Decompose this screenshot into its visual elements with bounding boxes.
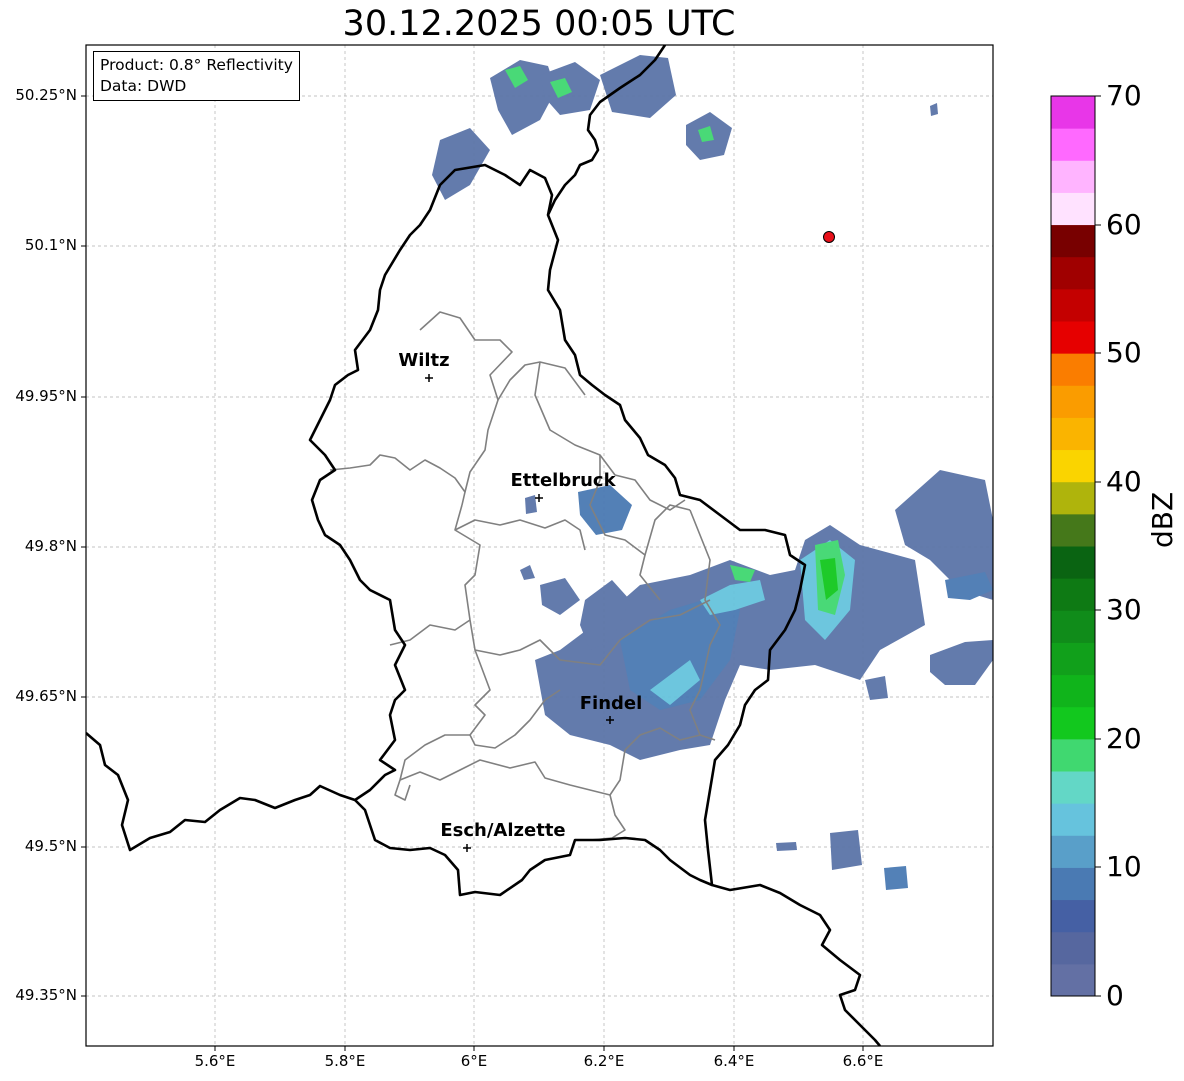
colorbar-segment xyxy=(1051,385,1095,418)
colorbar-segment xyxy=(1051,288,1095,322)
colorbar-tick-label: 70 xyxy=(1106,79,1142,112)
colorbar-segment xyxy=(1051,321,1095,354)
colorbar-segment xyxy=(1051,546,1095,579)
lat-label: 49.95°N xyxy=(15,387,77,405)
colorbar-tick-label: 30 xyxy=(1106,593,1142,626)
lat-label: 50.1°N xyxy=(24,236,77,254)
colorbar-segment xyxy=(1051,578,1095,611)
colorbar-tick-label: 50 xyxy=(1106,336,1142,369)
colorbar-tick-label: 40 xyxy=(1106,465,1142,498)
product-info-box: Product: 0.8° Reflectivity Data: DWD xyxy=(93,51,300,101)
lon-label: 6.4°E xyxy=(713,1052,755,1070)
lat-label: 49.5°N xyxy=(24,837,77,855)
colorbar-segment xyxy=(1051,417,1095,451)
colorbar-tick-label: 60 xyxy=(1106,208,1142,241)
lat-label: 50.25°N xyxy=(15,86,77,104)
product-text: Product: 0.8° Reflectivity xyxy=(100,56,293,74)
colorbar-segment xyxy=(1051,771,1095,804)
colorbar-tick-label: 10 xyxy=(1106,850,1142,883)
lon-label: 6°E xyxy=(460,1052,488,1070)
colorbar-tick-label: 20 xyxy=(1106,722,1142,755)
colorbar-segment xyxy=(1051,899,1095,933)
echo-se-1 xyxy=(830,830,862,870)
colorbar-segment xyxy=(1051,835,1095,868)
colorbar-segment xyxy=(1051,449,1095,483)
colorbar-segment xyxy=(1051,353,1095,386)
city-label-esch-alzette: Esch/Alzette xyxy=(440,820,566,841)
colorbar-tick-label: 0 xyxy=(1106,979,1124,1012)
lon-label: 5.8°E xyxy=(324,1052,366,1070)
colorbar-segment xyxy=(1051,128,1095,161)
colorbar-segment xyxy=(1051,867,1095,901)
lat-label: 49.65°N xyxy=(15,687,77,705)
lat-label: 49.8°N xyxy=(24,537,77,555)
colorbar-segment xyxy=(1051,256,1095,290)
map-title: 30.12.2025 00:05 UTC xyxy=(342,4,736,44)
lon-label: 5.6°E xyxy=(194,1052,236,1070)
colorbar-segment xyxy=(1051,224,1095,258)
city-label-wiltz: Wiltz xyxy=(398,350,450,371)
colorbar-segment xyxy=(1051,513,1095,547)
lon-label: 6.6°E xyxy=(842,1052,884,1070)
colorbar-segment xyxy=(1051,931,1095,965)
city-label-findel: Findel xyxy=(579,693,643,714)
colorbar-segment xyxy=(1051,642,1095,676)
colorbar-segment xyxy=(1051,803,1095,836)
echo-se-3 xyxy=(776,842,797,851)
colorbar-segment xyxy=(1051,481,1095,515)
colorbar-segment xyxy=(1051,160,1095,193)
radar-site-marker xyxy=(823,231,835,243)
colorbar-unit-label: dBZ xyxy=(1146,491,1179,548)
lon-label: 6.2°E xyxy=(583,1052,625,1070)
data-source-text: Data: DWD xyxy=(100,77,187,95)
colorbar-segment xyxy=(1051,706,1095,740)
echo-se-2 xyxy=(884,866,908,890)
city-label-ettelbruck: Ettelbruck xyxy=(510,470,616,491)
colorbar-segment xyxy=(1051,738,1095,772)
colorbar-segment xyxy=(1051,610,1095,643)
colorbar-segment xyxy=(1051,192,1095,226)
colorbar xyxy=(1051,96,1095,997)
colorbar-ticks xyxy=(1095,95,1101,997)
colorbar-segment xyxy=(1051,674,1095,708)
colorbar-segment xyxy=(1051,963,1095,997)
radar-map xyxy=(81,44,1101,1051)
colorbar-segment xyxy=(1051,96,1095,129)
lat-label: 49.35°N xyxy=(15,986,77,1004)
